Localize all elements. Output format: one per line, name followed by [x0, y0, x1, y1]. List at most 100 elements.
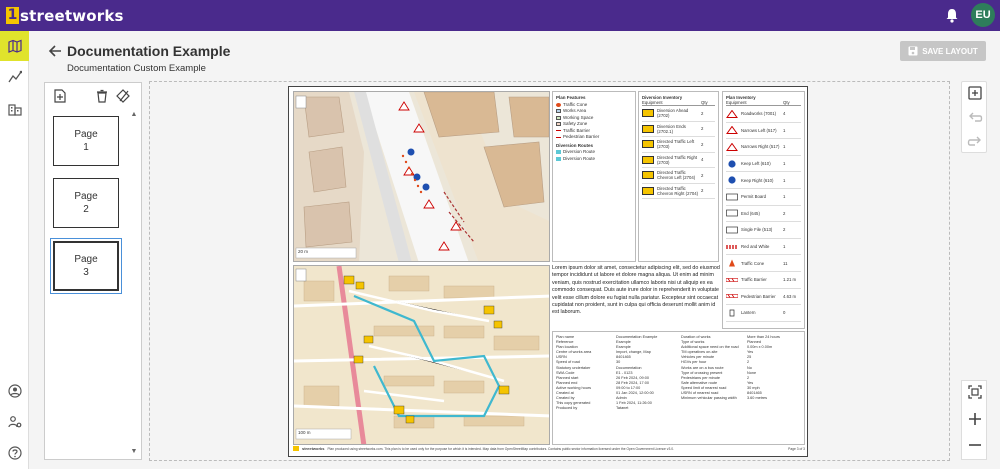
plan-legend: Plan Features Traffic Cone Works Area Wo… [552, 91, 636, 262]
page-number: 2 [83, 204, 89, 215]
page-number: 1 [83, 142, 89, 153]
delete-page-icon[interactable] [95, 89, 109, 103]
pages-panel: Page 1 Page 2 Page 3 ▲ ▼ [44, 82, 142, 460]
plan-inventory-row: Keep Left (610) 1 [726, 156, 801, 173]
diversion-map[interactable]: 100 m [293, 265, 550, 445]
warning-sign-icon [726, 142, 738, 151]
equipment-qty: 2 [783, 210, 786, 216]
equipment-name: Red and White [741, 244, 770, 250]
equipment-name: Directed Traffic Right (2703) [657, 154, 698, 165]
col-equipment: Equipment [642, 100, 663, 105]
page-number: 3 [83, 267, 89, 278]
plan-inventory-row: Lantern 0 [726, 305, 801, 322]
col-equipment: Equipment [726, 100, 747, 105]
barrier-icon [726, 294, 738, 299]
zoom-in-icon[interactable] [967, 411, 983, 427]
equipment-name: Directed Traffic Chevron Left (2704) [657, 170, 696, 181]
diversion-inventory-row: Directed Traffic Left (2703) 2 [642, 137, 715, 153]
nav-route-icon[interactable] [0, 62, 29, 92]
footer-text: Plan produced using streetworks.com. Thi… [327, 446, 674, 451]
diversion-inventory: Diversion Inventory Equipment Qty Diversi… [638, 91, 719, 262]
fit-to-screen-icon[interactable] [967, 384, 983, 400]
scroll-up-icon[interactable]: ▲ [129, 111, 139, 119]
undo-icon[interactable] [967, 109, 983, 125]
equipment-qty: 2 [701, 141, 704, 147]
page-label: Page [74, 191, 98, 202]
info-label: Produced by [556, 406, 578, 411]
diversion-map-drawing [294, 266, 549, 444]
equipment-qty: 2 [701, 172, 704, 178]
equipment-name: Single File (513) [741, 227, 773, 233]
map-scale-label: 20 m [298, 249, 309, 254]
app-logo[interactable]: 1 streetworks [6, 7, 124, 25]
layout-tools [961, 81, 987, 153]
lantern-icon [729, 309, 735, 317]
redo-icon[interactable] [967, 133, 983, 149]
diversion-route-swatch [556, 156, 561, 161]
info-row: Minimum vehicular passing width 3.60 metr… [681, 396, 803, 401]
back-arrow-icon[interactable] [48, 44, 62, 58]
equipment-qty: 1.21 m [783, 277, 797, 283]
add-page-icon[interactable] [53, 89, 67, 103]
cone-icon [556, 102, 561, 107]
red-white-barrier-icon [726, 244, 738, 249]
info-value: 3.60 metres [747, 396, 768, 401]
left-nav [0, 31, 29, 469]
plan-inventory-row: Roadworks (7001) 4 [726, 106, 801, 123]
zoom-out-icon[interactable] [967, 437, 983, 453]
barrier-icon [726, 277, 738, 282]
rotate-page-icon[interactable] [116, 89, 130, 103]
user-avatar[interactable]: EU [971, 3, 995, 27]
equipment-qty: 2 [701, 188, 704, 194]
nav-account-icon[interactable] [0, 376, 29, 406]
scroll-down-icon[interactable]: ▼ [129, 448, 139, 456]
keep-sign-icon [728, 176, 736, 184]
equipment-qty: 4 [783, 111, 786, 117]
equipment-qty: 4.63 m [783, 293, 797, 299]
info-label: Minimum vehicular passing width [681, 396, 737, 401]
keep-sign-icon [728, 159, 736, 168]
diversion-inventory-row: Diversion Ends (2702.1) 2 [642, 122, 715, 137]
equipment-qty: 1 [783, 177, 786, 183]
plan-info-table: Plan name Documentation Example Reference E… [552, 331, 805, 445]
nav-user-settings-icon[interactable] [0, 407, 29, 437]
layout-sheet[interactable]: 20 m Plan Features Traffic Cone Works Ar… [288, 86, 808, 457]
page-thumbnail-3[interactable]: Page 3 [50, 238, 122, 294]
site-map[interactable]: 20 m [293, 91, 550, 262]
info-row: Produced by Tatanet [556, 406, 681, 411]
zoom-tools [961, 380, 987, 460]
board-sign-icon [726, 193, 738, 201]
nav-help-icon[interactable] [0, 438, 29, 468]
add-element-icon[interactable] [967, 85, 983, 101]
footer-logo-mark [293, 446, 299, 451]
safety-zone-swatch [556, 122, 561, 127]
info-value: Tatanet [616, 406, 629, 411]
plan-inventory-row: Permit Board 1 [726, 189, 801, 206]
page-title: Documentation Example [67, 43, 231, 59]
save-layout-button[interactable]: SAVE LAYOUT [900, 41, 986, 61]
nav-map-icon[interactable] [0, 31, 29, 61]
page-thumbnail-1[interactable]: Page 1 [53, 116, 119, 166]
equipment-qty: 1 [783, 144, 786, 150]
warning-sign-icon [726, 109, 738, 118]
legend-item-label: Diversion Route [563, 155, 596, 161]
equipment-name: End (645) [741, 210, 760, 216]
works-area-swatch [556, 109, 561, 114]
page-thumbnail-2[interactable]: Page 2 [53, 178, 119, 228]
equipment-qty: 4 [701, 157, 704, 163]
save-icon [908, 46, 918, 56]
nav-buildings-icon[interactable] [0, 94, 29, 124]
equipment-qty: 2 [701, 126, 704, 132]
equipment-qty: 1 [783, 244, 786, 250]
equipment-name: Traffic Cone [741, 260, 765, 266]
working-space-swatch [556, 115, 561, 120]
equipment-name: Diversion Ahead (2702) [657, 108, 689, 119]
plan-inventory-row: Traffic Cone 11 [726, 255, 801, 272]
cone-icon [729, 259, 735, 267]
pages-scrollbar[interactable]: ▲ ▼ [129, 111, 139, 456]
diversion-inventory-row: Directed Traffic Chevron Right (2704) 2 [642, 184, 715, 199]
equipment-qty: 11 [783, 260, 788, 266]
notifications-bell-icon[interactable] [945, 8, 959, 23]
page-label: Page [74, 129, 98, 140]
equipment-qty: 2 [701, 110, 704, 116]
